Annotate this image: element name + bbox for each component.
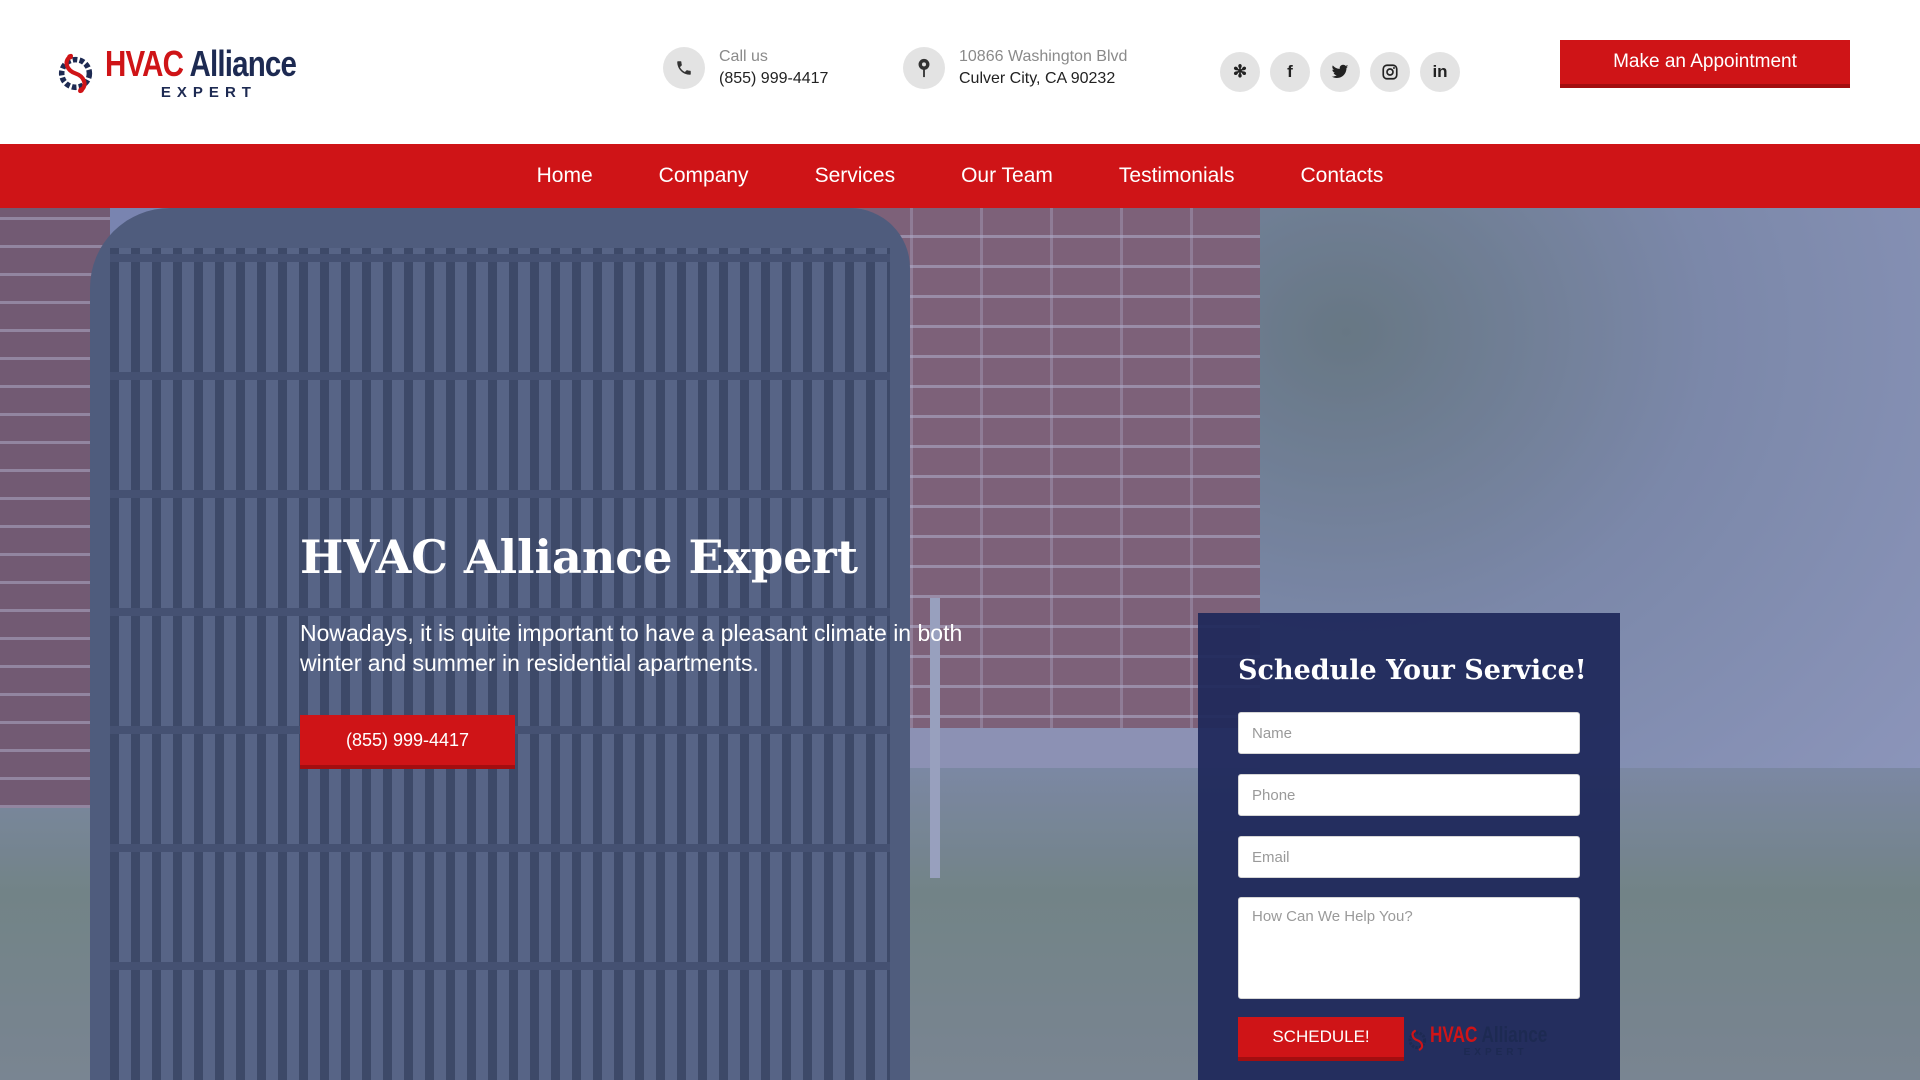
- nav-item-contacts[interactable]: Contacts: [1300, 164, 1383, 188]
- hero-title: HVAC Alliance Expert: [300, 530, 858, 584]
- header-phone[interactable]: Call us (855) 999-4417: [663, 46, 828, 90]
- phone-field[interactable]: [1238, 774, 1580, 816]
- social-links: ✻ f in: [1220, 52, 1460, 92]
- nav-item-home[interactable]: Home: [537, 164, 593, 188]
- site-header: HVAC Alliance EXPERT Call us (855) 999-4…: [0, 0, 1920, 144]
- phone-label: Call us: [719, 48, 768, 65]
- gear-wrench-logo-icon: [58, 53, 93, 94]
- yelp-icon[interactable]: ✻: [1220, 52, 1260, 92]
- phone-number[interactable]: (855) 999-4417: [719, 68, 828, 90]
- hero-section: HVAC Alliance Expert Nowadays, it is qui…: [0, 208, 1920, 1080]
- hero-phone-button[interactable]: (855) 999-4417: [300, 715, 515, 769]
- twitter-icon[interactable]: [1320, 52, 1360, 92]
- nav-item-our-team[interactable]: Our Team: [961, 164, 1053, 188]
- map-pin-icon: [903, 47, 945, 89]
- facebook-icon[interactable]: f: [1270, 52, 1310, 92]
- form-logo-tagline: EXPERT: [1463, 1046, 1528, 1058]
- instagram-icon[interactable]: [1370, 52, 1410, 92]
- form-logo-wordmark: HVAC Alliance: [1429, 1021, 1547, 1047]
- email-field[interactable]: [1238, 836, 1580, 878]
- form-logo: HVAC Alliance EXPERT: [1408, 1011, 1580, 1069]
- main-nav: Home Company Services Our Team Testimoni…: [0, 144, 1920, 208]
- logo-wordmark: HVAC Alliance: [104, 43, 297, 84]
- name-field[interactable]: [1238, 712, 1580, 754]
- gear-wrench-logo-icon: [1408, 1029, 1427, 1051]
- message-field[interactable]: [1238, 897, 1580, 999]
- schedule-button[interactable]: SCHEDULE!: [1238, 1017, 1404, 1061]
- linkedin-icon[interactable]: in: [1420, 52, 1460, 92]
- logo-tagline: EXPERT: [160, 84, 257, 101]
- nav-item-testimonials[interactable]: Testimonials: [1119, 164, 1235, 188]
- nav-item-company[interactable]: Company: [659, 164, 749, 188]
- make-appointment-button[interactable]: Make an Appointment: [1560, 40, 1850, 88]
- nav-item-services[interactable]: Services: [815, 164, 896, 188]
- phone-icon: [663, 47, 705, 89]
- form-title: Schedule Your Service!: [1238, 655, 1587, 686]
- address-line1: 10866 Washington Blvd: [959, 48, 1128, 65]
- address-line2: Culver City, CA 90232: [959, 70, 1116, 87]
- schedule-service-form: Schedule Your Service! SCHEDULE! HVAC Al…: [1198, 613, 1620, 1080]
- header-address: 10866 Washington Blvd Culver City, CA 90…: [903, 46, 1127, 90]
- site-logo[interactable]: HVAC Alliance EXPERT: [58, 28, 338, 118]
- hero-description: Nowadays, it is quite important to have …: [300, 620, 963, 676]
